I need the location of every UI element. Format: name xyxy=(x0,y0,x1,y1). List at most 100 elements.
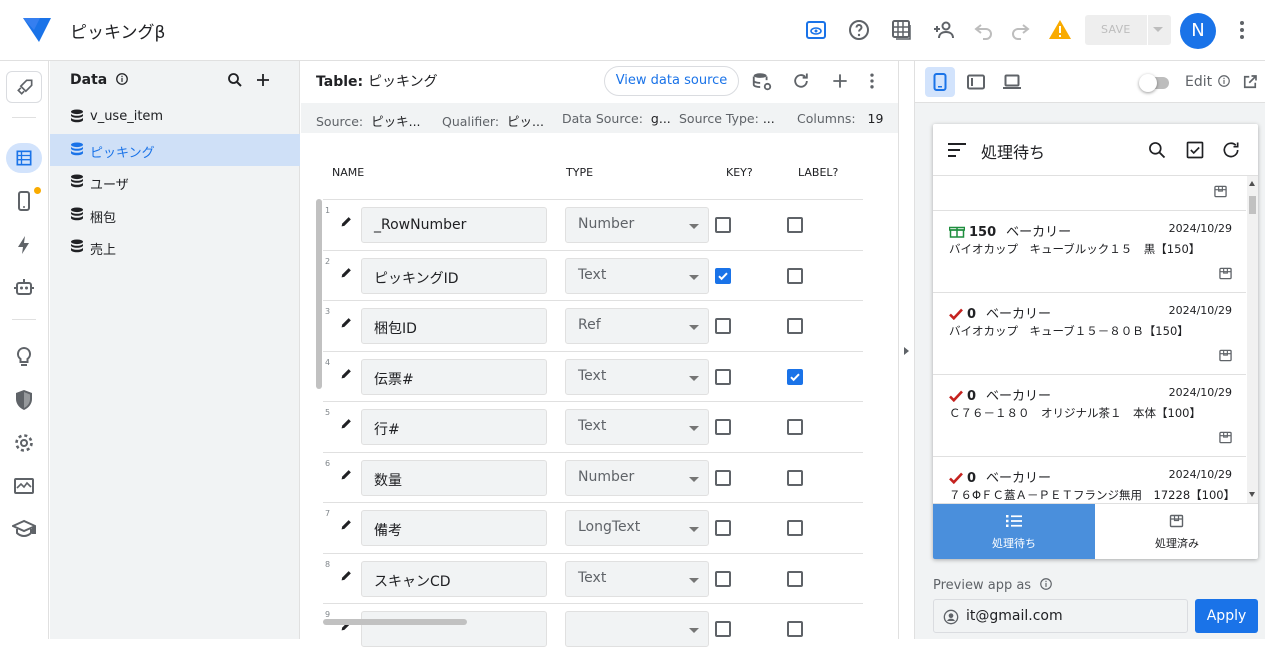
save-options-chevron-icon[interactable] xyxy=(1153,27,1163,32)
view-data-source-button[interactable]: View data source xyxy=(604,66,739,96)
horizontal-scrollbar[interactable] xyxy=(323,619,467,625)
list-item[interactable]: 150 ベーカリー 2024/10/29 バイオカップ キューブルック１５ 黒【150… xyxy=(933,211,1246,293)
redo-icon[interactable] xyxy=(1008,18,1032,42)
rail-settings-gear-icon[interactable] xyxy=(12,431,36,455)
label-checkbox[interactable] xyxy=(787,318,803,334)
rail-data-button[interactable] xyxy=(6,143,42,173)
column-name-field[interactable]: _RowNumber xyxy=(361,207,547,243)
key-checkbox[interactable] xyxy=(715,267,731,284)
column-name-field[interactable]: 備考 xyxy=(361,510,547,546)
package-icon[interactable] xyxy=(1214,185,1227,198)
label-checkbox[interactable] xyxy=(787,267,803,284)
key-checkbox[interactable] xyxy=(715,368,731,385)
column-type-select[interactable]: LongText xyxy=(565,510,709,546)
table-list-item[interactable]: v_use_item xyxy=(50,101,300,133)
warning-icon[interactable] xyxy=(1048,18,1072,42)
open-in-new-icon[interactable] xyxy=(1241,73,1259,91)
avatar[interactable]: N xyxy=(1180,13,1216,49)
key-checkbox[interactable] xyxy=(715,520,731,536)
package-icon[interactable] xyxy=(1219,431,1232,444)
select-checkbox-icon[interactable] xyxy=(1185,140,1205,160)
undo-icon[interactable] xyxy=(972,18,996,42)
column-name-field[interactable]: 数量 xyxy=(361,459,547,496)
edit-pencil-icon[interactable] xyxy=(340,316,353,329)
device-desktop-icon[interactable] xyxy=(1003,74,1021,90)
device-mobile-button[interactable] xyxy=(925,67,955,97)
save-button[interactable]: SAVE xyxy=(1085,15,1171,45)
menu-icon[interactable] xyxy=(947,141,967,159)
column-type-select[interactable]: Text xyxy=(565,409,709,445)
add-table-icon[interactable] xyxy=(254,71,272,89)
label-checkbox[interactable] xyxy=(787,419,803,435)
table-list-item[interactable]: 梱包 xyxy=(50,199,300,231)
list-item[interactable]: 0 ベーカリー 2024/10/29 Ｃ７６－１８０ オリジナル茶１ 本体【100】 xyxy=(933,375,1246,457)
rail-launch-button[interactable] xyxy=(6,71,42,103)
key-checkbox[interactable] xyxy=(715,621,731,637)
rail-views-icon[interactable] xyxy=(12,189,36,213)
column-type-select[interactable]: Text xyxy=(565,257,709,294)
table-list-item[interactable]: 売上 xyxy=(50,231,300,263)
panel-divider[interactable] xyxy=(898,61,914,639)
label-checkbox[interactable] xyxy=(787,621,803,637)
edit-pencil-icon[interactable] xyxy=(340,215,353,228)
column-type-select[interactable] xyxy=(565,611,709,647)
rail-monitor-icon[interactable] xyxy=(12,474,36,498)
refresh-icon[interactable] xyxy=(791,71,811,91)
appsheet-logo-icon[interactable] xyxy=(22,17,52,43)
apply-button[interactable]: Apply xyxy=(1195,599,1258,633)
edit-toggle[interactable] xyxy=(1139,74,1169,92)
rail-learn-icon[interactable] xyxy=(12,517,36,541)
edit-pencil-icon[interactable] xyxy=(340,417,353,430)
device-tablet-icon[interactable] xyxy=(967,74,985,90)
key-checkbox[interactable] xyxy=(715,570,731,587)
tab-pending[interactable]: 処理待ち xyxy=(933,504,1095,559)
app-search-icon[interactable] xyxy=(1147,140,1167,160)
table-more-vert-icon[interactable] xyxy=(862,71,882,91)
package-icon[interactable] xyxy=(1219,349,1232,362)
table-list-item[interactable]: ピッキング xyxy=(50,133,300,166)
edit-pencil-icon[interactable] xyxy=(340,367,353,380)
app-list-scrollbar[interactable] xyxy=(1247,176,1258,503)
list-item[interactable]: 0 ベーカリー 2024/10/29 バイオカップ キューブ１５－８０Ｂ【150】 xyxy=(933,293,1246,375)
edit-pencil-icon[interactable] xyxy=(340,569,353,582)
column-name-field[interactable]: スキャンCD xyxy=(361,560,547,597)
column-type-select[interactable]: Text xyxy=(565,358,709,395)
column-name-field[interactable]: 行# xyxy=(361,409,547,445)
column-type-select[interactable]: Text xyxy=(565,560,709,597)
preview-toggle-icon[interactable] xyxy=(804,18,828,42)
rail-security-icon[interactable] xyxy=(12,388,36,412)
column-name-field[interactable]: 伝票# xyxy=(361,358,547,395)
edit-pencil-icon[interactable] xyxy=(340,518,353,531)
label-checkbox[interactable] xyxy=(787,570,803,587)
key-checkbox[interactable] xyxy=(715,469,731,486)
more-vert-icon[interactable] xyxy=(1230,18,1254,42)
key-checkbox[interactable] xyxy=(715,217,731,233)
tab-processed[interactable]: 処理済み xyxy=(1096,504,1258,559)
package-icon[interactable] xyxy=(1219,267,1232,280)
label-checkbox[interactable] xyxy=(787,368,803,385)
app-sync-icon[interactable] xyxy=(1221,140,1241,160)
vertical-scrollbar[interactable] xyxy=(316,199,322,389)
table-list-item[interactable]: ユーザ xyxy=(50,166,300,198)
data-source-settings-icon[interactable] xyxy=(751,71,773,93)
add-column-icon[interactable] xyxy=(830,71,850,91)
help-icon[interactable] xyxy=(847,18,871,42)
rail-automation-icon[interactable] xyxy=(12,275,36,299)
label-checkbox[interactable] xyxy=(787,217,803,233)
list-item[interactable]: 0 ベーカリー 2024/10/29 ７６ΦＦＣ蓋Ａ－ＰＥＴフランジ無用 17228【… xyxy=(933,457,1246,503)
add-user-icon[interactable] xyxy=(932,18,956,42)
edit-pencil-icon[interactable] xyxy=(340,468,353,481)
key-checkbox[interactable] xyxy=(715,318,731,334)
column-type-select[interactable]: Number xyxy=(565,207,709,243)
column-type-select[interactable]: Ref xyxy=(565,308,709,344)
rail-intelligence-icon[interactable] xyxy=(12,345,36,369)
gallery-icon[interactable] xyxy=(889,18,913,42)
app-title[interactable]: ピッキングβ xyxy=(70,18,165,43)
column-name-field[interactable]: ピッキングID xyxy=(361,257,547,294)
key-checkbox[interactable] xyxy=(715,419,731,435)
column-type-select[interactable]: Number xyxy=(565,459,709,496)
expand-arrow-icon[interactable] xyxy=(904,347,909,355)
search-icon[interactable] xyxy=(226,71,244,89)
preview-user-input[interactable]: it@gmail.com xyxy=(933,599,1188,633)
label-checkbox[interactable] xyxy=(787,469,803,486)
